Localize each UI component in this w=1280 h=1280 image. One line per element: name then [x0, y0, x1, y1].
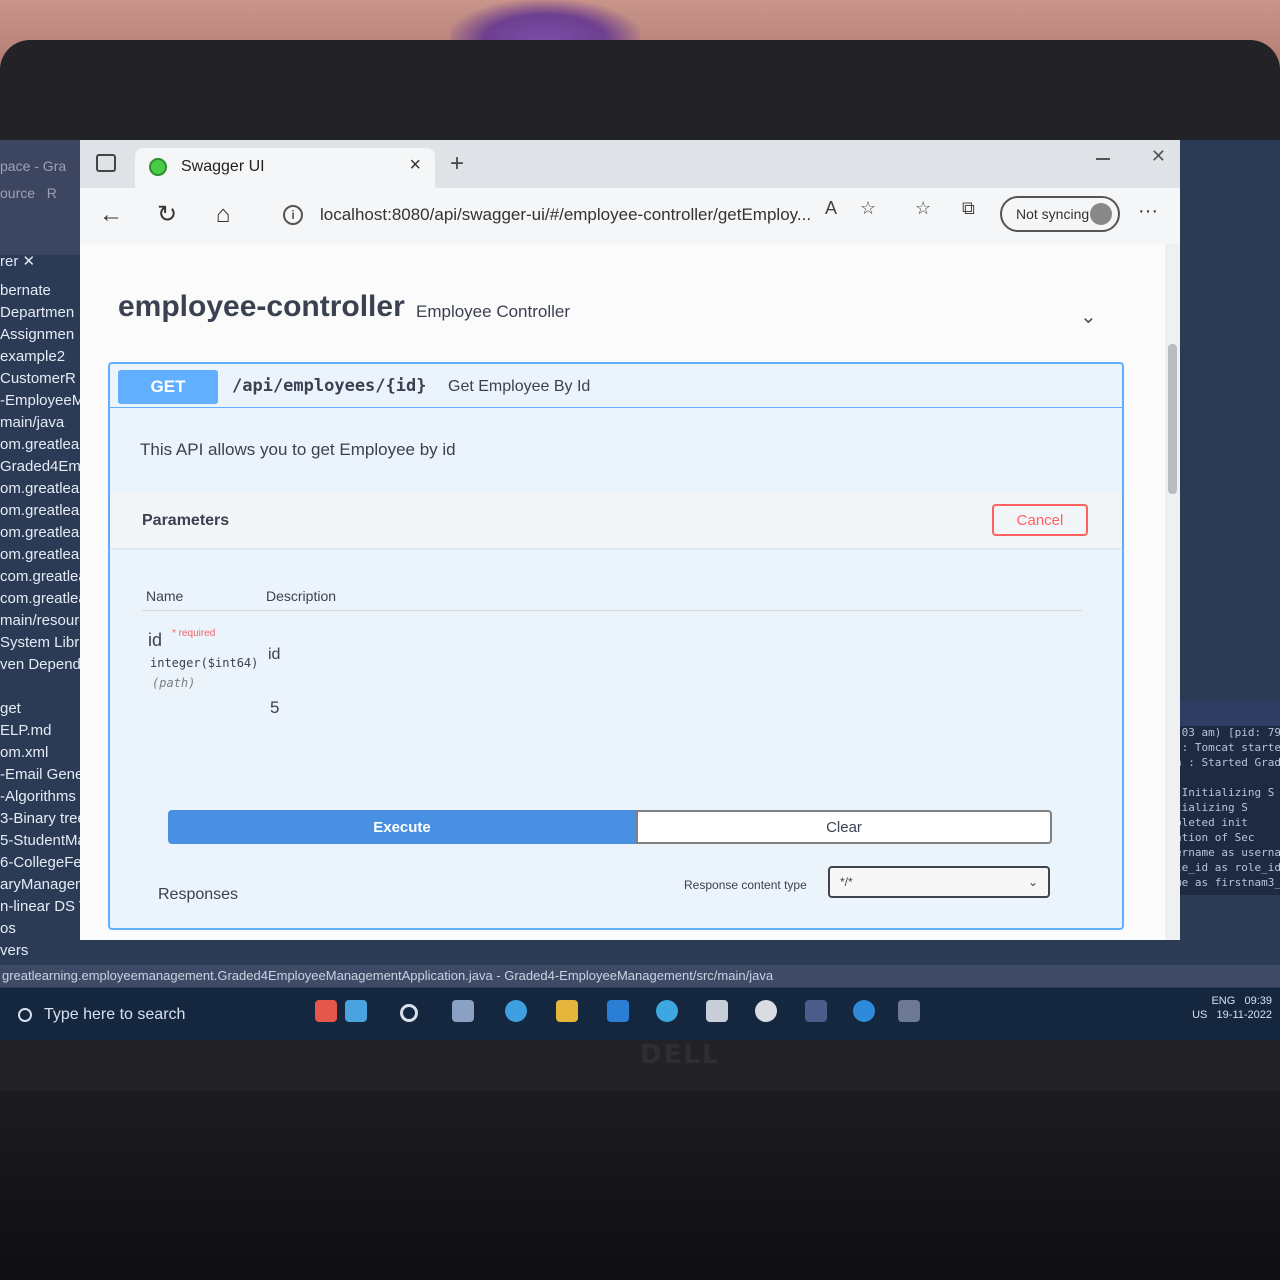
required-marker: * required: [172, 628, 216, 639]
response-content-type-select[interactable]: */* ⌄: [828, 866, 1050, 898]
info-icon[interactable]: i: [283, 205, 303, 225]
operation-block: GET /api/employees/{id} Get Employee By …: [108, 362, 1124, 930]
parameters-header: Parameters Cancel: [110, 492, 1122, 548]
edge-icon[interactable]: [505, 1000, 527, 1022]
collections-icon[interactable]: ⧉: [962, 198, 975, 219]
execute-wrapper: Execute Clear: [168, 810, 1052, 846]
column-header-name: Name: [146, 588, 184, 604]
close-icon[interactable]: ×: [409, 154, 421, 177]
address-bar[interactable]: i localhost:8080/api/swagger-ui/#/employ…: [265, 194, 1025, 236]
edge-active-icon[interactable]: [853, 1000, 875, 1022]
execute-button[interactable]: Execute: [168, 810, 636, 844]
responses-title: Responses: [158, 886, 239, 903]
parameters-body: Name Description id * required integer($…: [110, 548, 1122, 932]
ide-window-title: pace - Gra: [0, 158, 67, 174]
parameters-title: Parameters: [142, 512, 230, 529]
tab-title: Swagger UI: [181, 158, 265, 175]
internet-explorer-icon[interactable]: [607, 1000, 629, 1022]
tree-item[interactable]: vers: [0, 940, 118, 962]
parameter-type: integer($int64): [150, 656, 259, 670]
cortana-icon[interactable]: [400, 1004, 418, 1022]
back-icon[interactable]: ←: [94, 198, 128, 232]
system-tray: ENG 09:39 US 19-11-2022: [1192, 995, 1272, 1021]
taskbar-search[interactable]: Type here to search: [10, 998, 300, 1032]
ide-status-bar: greatlearning.employeemanagement.Graded4…: [0, 965, 1280, 987]
new-tab-button[interactable]: +: [450, 150, 464, 178]
parameter-description: id: [268, 646, 281, 663]
eclipse-icon[interactable]: [805, 1000, 827, 1022]
scroll-thumb[interactable]: [1168, 344, 1177, 494]
response-content-type-value: */*: [840, 875, 853, 889]
tab-swagger-ui[interactable]: Swagger UI ×: [135, 148, 435, 188]
favorites-icon[interactable]: ☆: [915, 198, 931, 219]
weather-icon[interactable]: [345, 1000, 367, 1022]
divider: [142, 610, 1082, 611]
operation-summary-text: Get Employee By Id: [448, 378, 591, 395]
browser-window: Swagger UI × + ✕ ← ↻ ⌂ i localhost:8080/…: [80, 140, 1180, 940]
tab-strip: Swagger UI × + ✕: [80, 140, 1180, 188]
laptop-base: [0, 1090, 1280, 1280]
parameter-location: (path): [152, 676, 196, 690]
more-icon[interactable]: ···: [1138, 200, 1158, 223]
chevron-down-icon[interactable]: ⌄: [1080, 304, 1097, 329]
clear-button[interactable]: Clear: [636, 810, 1052, 844]
read-aloud-icon[interactable]: A: [825, 198, 837, 219]
refresh-icon[interactable]: ↻: [150, 198, 184, 232]
file-explorer-icon[interactable]: [556, 1000, 578, 1022]
controller-description: Employee Controller: [416, 302, 571, 321]
parameter-name: id: [148, 630, 163, 650]
taskbar: Type here to search ENG 09:39 US 19-11-2…: [0, 988, 1280, 1040]
browser-toolbar: ← ↻ ⌂ i localhost:8080/api/swagger-ui/#/…: [80, 188, 1180, 244]
scrollbar[interactable]: [1165, 244, 1180, 940]
swagger-favicon-icon: [149, 158, 167, 176]
method-badge: GET: [118, 370, 218, 404]
tab-actions-icon[interactable]: [96, 154, 116, 172]
operation-summary[interactable]: GET /api/employees/{id} Get Employee By …: [110, 364, 1122, 408]
ide-menu-item: ource R: [0, 185, 57, 201]
column-header-description: Description: [266, 588, 337, 604]
window-close-icon[interactable]: ✕: [1151, 146, 1166, 167]
widgets-icon[interactable]: [315, 1000, 337, 1022]
minimize-icon[interactable]: [1096, 158, 1110, 160]
home-icon[interactable]: ⌂: [206, 198, 240, 232]
laptop-screen: pace - Gra ource R rer ✕ bernate Departm…: [0, 140, 1280, 1040]
chrome-icon[interactable]: [755, 1000, 777, 1022]
photos-icon[interactable]: [706, 1000, 728, 1022]
cancel-button[interactable]: Cancel: [992, 504, 1088, 536]
response-content-type-label: Response content type: [684, 878, 807, 892]
swagger-content: employee-controller Employee Controller …: [80, 244, 1165, 940]
operation-description: This API allows you to get Employee by i…: [140, 440, 456, 459]
laptop-brand-logo: DELL: [640, 1040, 721, 1070]
operation-path: /api/employees/{id}: [232, 376, 427, 396]
task-view-icon[interactable]: [452, 1000, 474, 1022]
controller-title[interactable]: employee-controller: [118, 290, 405, 324]
chevron-down-icon: ⌄: [1027, 875, 1038, 889]
favorite-icon[interactable]: ☆: [860, 198, 876, 219]
maps-icon[interactable]: [656, 1000, 678, 1022]
sync-label: Not syncing: [1016, 206, 1090, 222]
avatar: [1090, 203, 1112, 225]
close-icon[interactable]: ✕: [23, 253, 36, 270]
app-icon[interactable]: [898, 1000, 920, 1022]
id-input[interactable]: [270, 694, 390, 722]
url-text: localhost:8080/api/swagger-ui/#/employee…: [320, 205, 812, 224]
sync-button[interactable]: Not syncing: [1000, 196, 1120, 232]
